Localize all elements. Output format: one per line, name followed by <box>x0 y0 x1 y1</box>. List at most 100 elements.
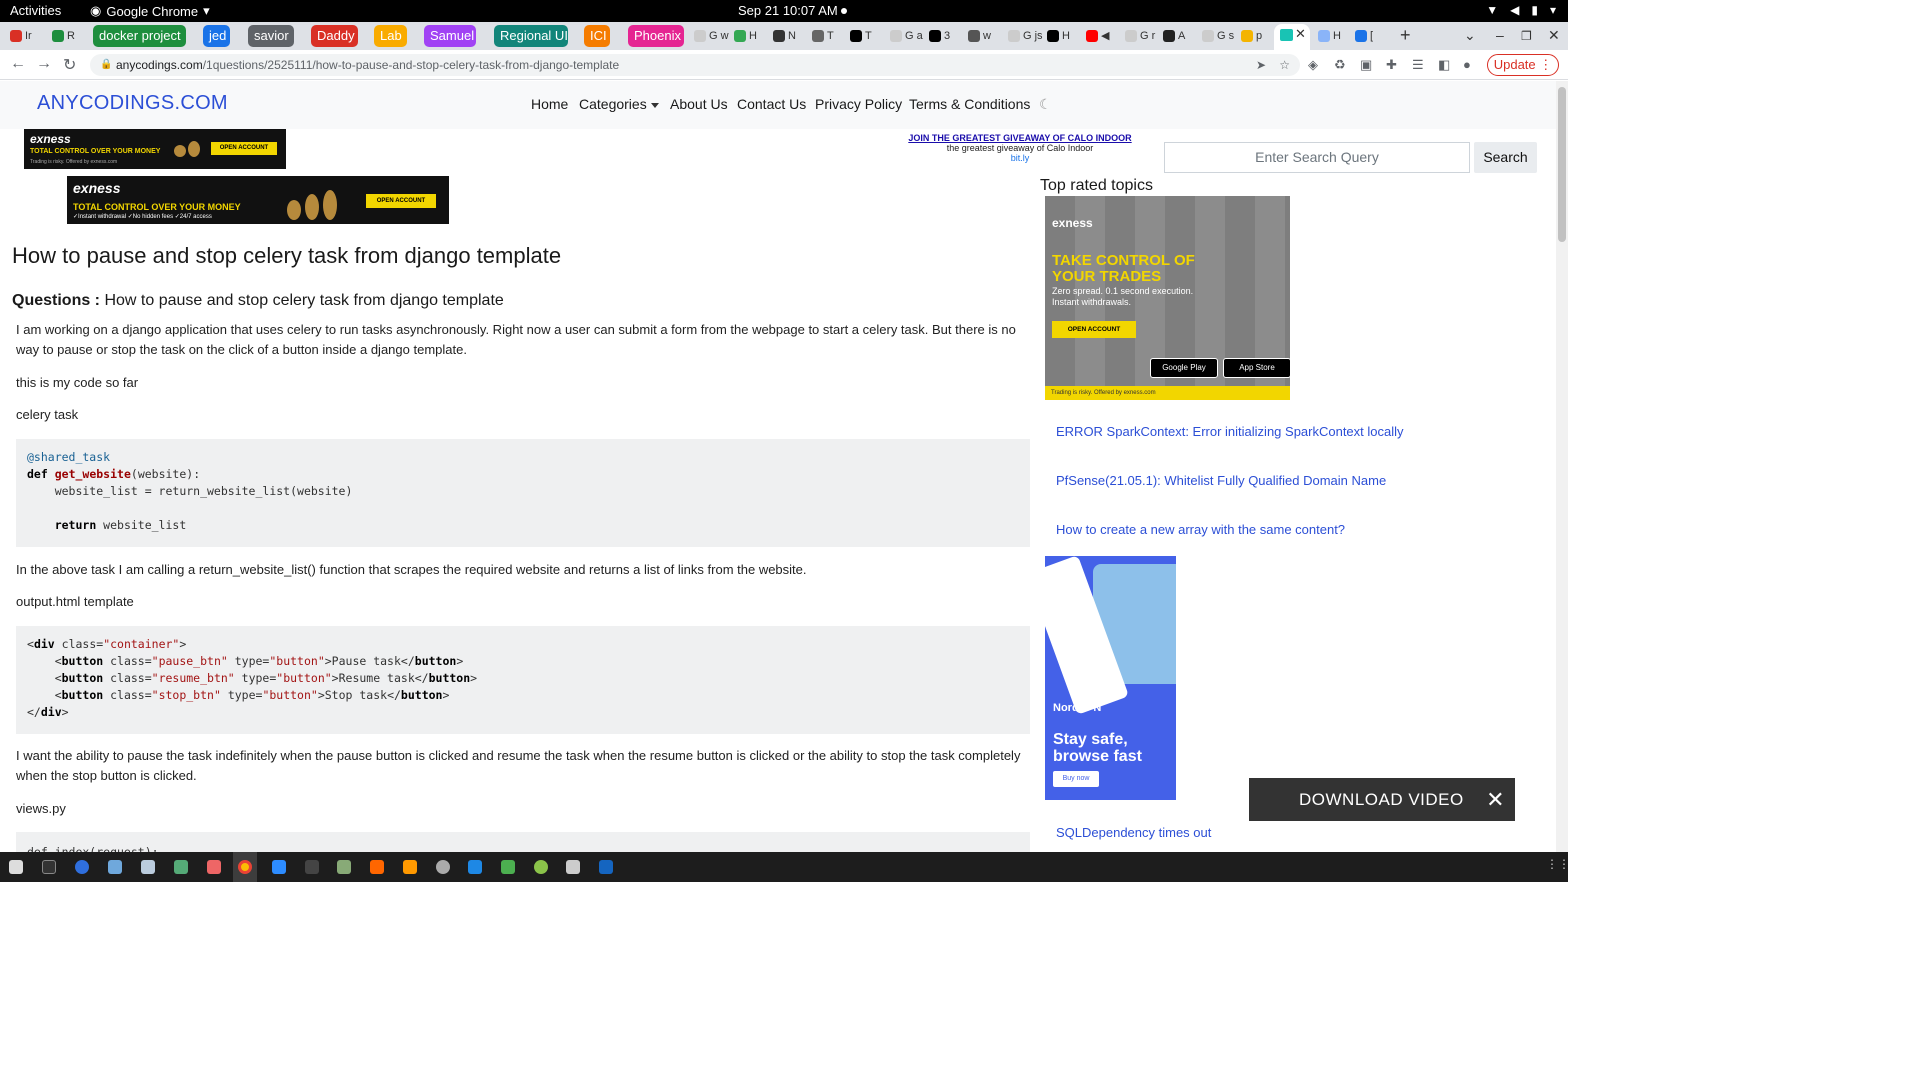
tab-group-savior[interactable]: savior <box>248 25 294 47</box>
tab[interactable]: G a <box>890 27 923 45</box>
app-icon[interactable] <box>337 860 351 874</box>
tab[interactable]: N <box>773 27 796 45</box>
tab[interactable]: p <box>1241 27 1262 45</box>
close-icon[interactable]: ✕ <box>1486 778 1505 821</box>
address-bar[interactable]: 🔒 anycodings.com/1questions/2525111/how-… <box>90 54 1300 76</box>
ad-banner-exness-large[interactable]: exness TOTAL CONTROL OVER YOUR MONEY ✓In… <box>67 176 449 224</box>
download-video-bar[interactable]: DOWNLOAD VIDEO ✕ <box>1249 778 1515 821</box>
tab[interactable]: H <box>1318 27 1341 45</box>
extension-icon[interactable]: ▣ <box>1360 57 1372 73</box>
tab[interactable]: A <box>1163 27 1185 45</box>
ad-nordvpn[interactable]: NordVPN Stay safe, browse fast Buy now <box>1045 556 1176 800</box>
app-icon[interactable] <box>534 860 548 874</box>
app-menu[interactable]: ◉ Google Chrome ▾ <box>90 3 210 19</box>
sidebar-link[interactable]: SQLDependency times out <box>1056 825 1211 840</box>
app-icon[interactable] <box>599 860 613 874</box>
search-input[interactable]: Enter Search Query <box>1164 142 1470 173</box>
sidebar-link[interactable]: ERROR SparkContext: Error initializing S… <box>1056 424 1404 439</box>
chrome-icon[interactable] <box>238 860 252 874</box>
tab-group-samuel[interactable]: Samuel <box>424 25 476 47</box>
tab-group-docker-project[interactable]: docker project <box>93 25 186 47</box>
system-tray[interactable]: ▼ ◀ ▮ ▾ <box>1486 3 1556 17</box>
minimize-icon[interactable]: – <box>1496 27 1504 43</box>
app-icon[interactable] <box>436 860 450 874</box>
app-icon[interactable] <box>207 860 221 874</box>
tab[interactable]: H <box>1047 27 1070 45</box>
tab-group-lab[interactable]: Lab <box>374 25 407 47</box>
send-icon[interactable]: ➤ <box>1256 54 1266 76</box>
side-panel-icon[interactable]: ◧ <box>1438 57 1450 73</box>
tab-group-regional-ui[interactable]: Regional UI <box>494 25 568 47</box>
restore-icon[interactable]: ❐ <box>1521 29 1532 43</box>
site-header: ANYCODINGS.COM Home Categories About Us … <box>0 81 1556 129</box>
extension-icon[interactable]: ◈ <box>1308 57 1318 73</box>
nav-categories[interactable]: Categories <box>579 96 659 112</box>
update-button[interactable]: Update ⋮ <box>1487 54 1559 76</box>
terminal-icon[interactable] <box>305 860 319 874</box>
show-apps-icon[interactable]: ⋮⋮ <box>1546 857 1570 871</box>
app-icon[interactable] <box>566 860 580 874</box>
tab[interactable]: 3 <box>929 27 950 45</box>
nav-privacy[interactable]: Privacy Policy <box>815 96 902 112</box>
bookmark-star-icon[interactable]: ☆ <box>1279 54 1290 76</box>
ad-banner-exness-small[interactable]: exness TOTAL CONTROL OVER YOUR MONEY Tra… <box>24 129 286 169</box>
vscode-icon[interactable] <box>468 860 482 874</box>
close-tab-icon[interactable]: ✕ <box>1295 26 1306 42</box>
reading-list-icon[interactable]: ☰ <box>1412 57 1424 73</box>
tab-search-icon[interactable]: ⌄ <box>1464 27 1476 44</box>
tab[interactable]: T <box>812 27 834 45</box>
help-icon[interactable] <box>75 860 89 874</box>
ad-exness-sidebar[interactable]: exness TAKE CONTROL OF YOUR TRADES Zero … <box>1045 196 1290 400</box>
puzzle-icon[interactable]: ✚ <box>1386 57 1397 73</box>
tab-gmail[interactable]: Ir <box>10 27 32 45</box>
code-block-template: <div class="container"> <button class="p… <box>16 626 1030 734</box>
page-scrollbar[interactable] <box>1556 81 1568 852</box>
caret-down-icon <box>650 102 659 108</box>
scrollbar-thumb[interactable] <box>1558 87 1566 242</box>
nav-home[interactable]: Home <box>531 96 568 112</box>
tab-group-ici[interactable]: ICI <box>584 25 610 47</box>
tab-drive[interactable]: R <box>52 27 75 45</box>
tab-group-daddy[interactable]: Daddy <box>311 25 358 47</box>
dark-mode-moon-icon[interactable]: ☾ <box>1039 96 1052 113</box>
show-desktop-icon[interactable] <box>9 860 23 874</box>
sidebar-link[interactable]: PfSense(21.05.1): Whitelist Fully Qualif… <box>1056 473 1386 488</box>
tab[interactable]: T <box>850 27 872 45</box>
tab[interactable]: H <box>734 27 757 45</box>
zoom-icon[interactable] <box>272 860 286 874</box>
nav-terms[interactable]: Terms & Conditions <box>909 96 1030 112</box>
tab[interactable]: G r <box>1125 27 1155 45</box>
tab[interactable]: w <box>968 27 991 45</box>
tab[interactable]: G s <box>1202 27 1234 45</box>
profile-avatar[interactable]: ● <box>1463 57 1471 72</box>
files-icon[interactable] <box>141 860 155 874</box>
app-icon[interactable] <box>174 860 188 874</box>
app-icon[interactable] <box>108 860 122 874</box>
new-tab-icon[interactable]: + <box>1400 25 1411 46</box>
nav-contact[interactable]: Contact Us <box>737 96 806 112</box>
app-icon[interactable] <box>501 860 515 874</box>
window-close-icon[interactable]: ✕ <box>1548 27 1560 44</box>
site-logo[interactable]: ANYCODINGS.COM <box>37 92 228 115</box>
app-icon[interactable] <box>42 860 56 874</box>
back-icon[interactable]: ← <box>10 55 26 73</box>
site-icon <box>1318 30 1330 42</box>
tab[interactable]: [ <box>1355 27 1373 45</box>
app-icon[interactable] <box>370 860 384 874</box>
tab-group-phoenix[interactable]: Phoenix <box>628 25 684 47</box>
tab[interactable]: G js <box>1008 27 1043 45</box>
clock[interactable]: Sep 21 10:07 AM <box>738 3 838 18</box>
sublime-icon[interactable] <box>403 860 417 874</box>
tab[interactable]: ◀ <box>1086 27 1109 45</box>
nav-about[interactable]: About Us <box>670 96 728 112</box>
search-button[interactable]: Search <box>1474 142 1537 173</box>
tab-active[interactable]: ✕ <box>1274 24 1310 50</box>
activities-button[interactable]: Activities <box>10 3 61 18</box>
sidebar-link[interactable]: How to create a new array with the same … <box>1056 522 1345 537</box>
tab-group-jed[interactable]: jed <box>203 25 230 47</box>
giveaway-promo[interactable]: JOIN THE GREATEST GIVEAWAY OF CALO INDOO… <box>880 133 1160 163</box>
extension-icon[interactable]: ♻ <box>1334 57 1346 73</box>
tab[interactable]: G w <box>694 27 729 45</box>
forward-icon[interactable]: → <box>36 55 52 73</box>
reload-icon[interactable]: ↻ <box>63 55 76 75</box>
